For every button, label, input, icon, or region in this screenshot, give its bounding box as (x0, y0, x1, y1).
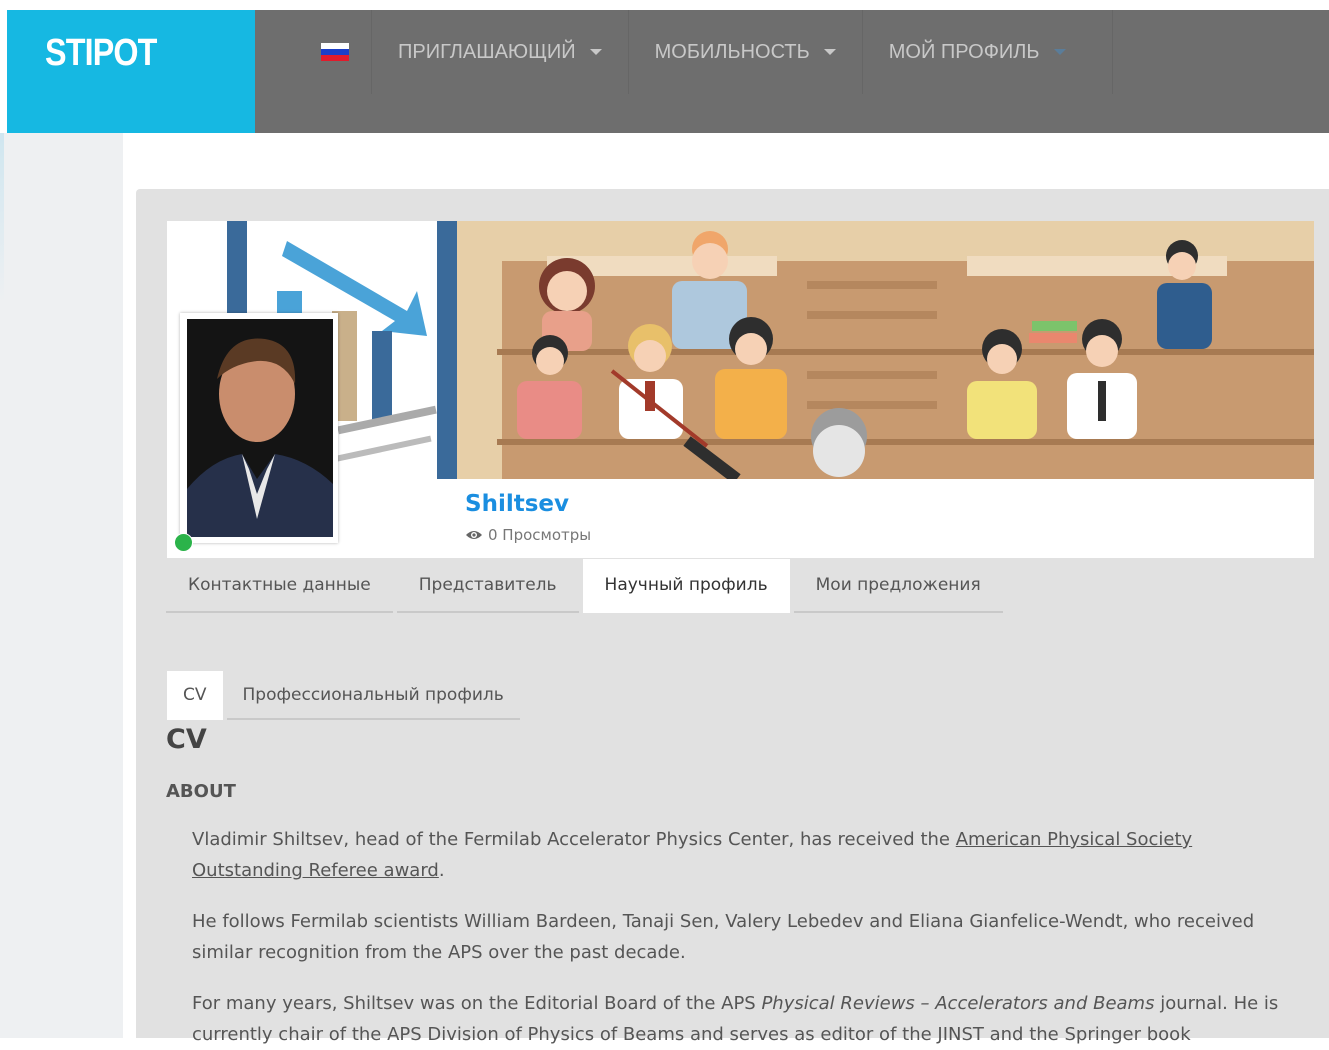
tab-scientific-profile[interactable]: Научный профиль (582, 559, 790, 613)
chevron-down-icon (589, 49, 602, 55)
avatar-photo (187, 319, 333, 537)
nav-inviting-dropdown[interactable]: ПРИГЛАШАЮЩИЙ (372, 10, 629, 94)
language-switcher[interactable] (255, 10, 372, 94)
online-status-indicator (174, 533, 193, 552)
subtab-professional-profile[interactable]: Профессиональный профиль (226, 671, 520, 720)
subtab-cv[interactable]: CV (167, 671, 223, 720)
about-section-title: ABOUT (166, 781, 236, 802)
cv-heading: CV (166, 724, 207, 755)
nav-my-profile-dropdown[interactable]: МОЙ ПРОФИЛЬ (863, 10, 1113, 94)
profile-info-strip (167, 479, 1314, 558)
chevron-down-icon (1053, 49, 1066, 55)
top-navbar: STIPOT ПРИГЛАШАЮЩИЙ МОБИЛЬНОСТЬ МОЙ ПРОФ… (7, 10, 1329, 133)
profile-banner-image (167, 221, 1314, 479)
profile-username[interactable]: Shiltsev (465, 491, 569, 517)
profile-avatar[interactable] (180, 313, 338, 543)
scientific-profile-subtabs: CV Профессиональный профиль (167, 671, 520, 720)
about-paragraph-2: He follows Fermilab scientists William B… (192, 911, 1255, 963)
main-nav: ПРИГЛАШАЮЩИЙ МОБИЛЬНОСТЬ МОЙ ПРОФИЛЬ (255, 10, 1113, 133)
eye-icon (466, 531, 482, 539)
about-paragraph-1: Vladimir Shiltsev, head of the Fermilab … (192, 829, 1193, 881)
chevron-down-icon (823, 49, 836, 55)
profile-tabs: Контактные данные Представитель Научный … (166, 559, 1003, 613)
nav-mobility-dropdown[interactable]: МОБИЛЬНОСТЬ (629, 10, 863, 94)
tab-representative[interactable]: Представитель (396, 559, 579, 613)
about-paragraph-3: For many years, Shiltsev was on the Edit… (192, 993, 1279, 1045)
left-sidebar (0, 133, 123, 1038)
tab-contact-details[interactable]: Контактные данные (166, 559, 393, 613)
tab-my-offers[interactable]: Мои предложения (793, 559, 1003, 613)
site-logo[interactable]: STIPOT (7, 10, 255, 133)
russia-flag-icon (321, 43, 349, 61)
profile-views: 0 Просмотры (465, 526, 591, 544)
